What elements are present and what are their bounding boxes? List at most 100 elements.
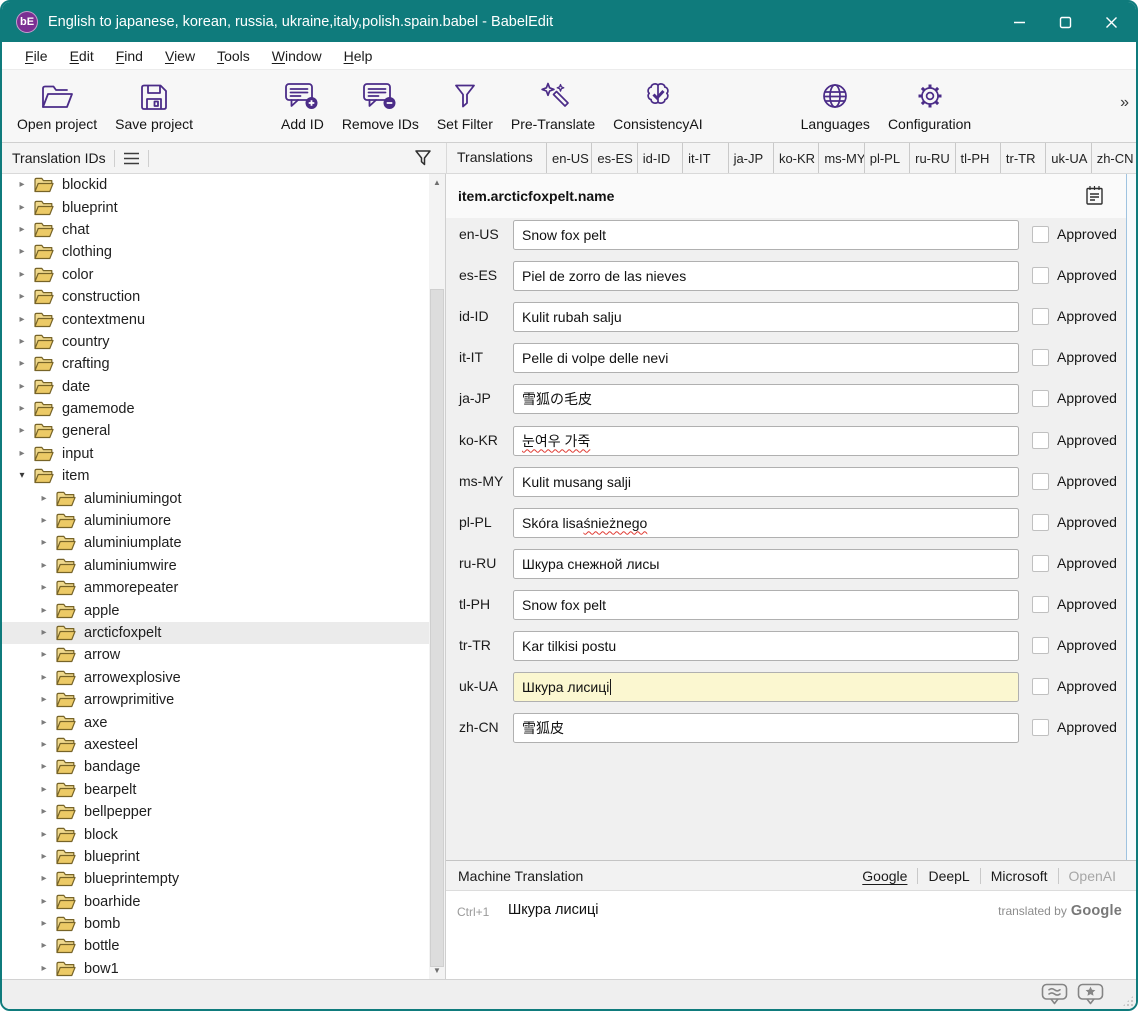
expand-arrow-icon[interactable]: ▸ [38, 628, 50, 638]
translation-input-zh-CN[interactable]: 雪狐皮 [513, 713, 1019, 743]
approved-checkbox-pl-PL[interactable] [1032, 514, 1049, 531]
expand-arrow-icon[interactable]: ▸ [38, 964, 50, 974]
tree-item-bow1[interactable]: ▸bow1 [2, 958, 429, 979]
tree-item-color[interactable]: ▸color [2, 264, 429, 286]
comment-icon[interactable] [1085, 185, 1104, 211]
menu-window[interactable]: Window [261, 48, 333, 64]
tree-item-general[interactable]: ▸general [2, 420, 429, 442]
expand-arrow-icon[interactable]: ▸ [38, 941, 50, 951]
expand-arrow-icon[interactable]: ▸ [16, 315, 28, 325]
tree-item-bellpepper[interactable]: ▸bellpepper [2, 801, 429, 823]
expand-arrow-icon[interactable]: ▸ [38, 650, 50, 660]
tree-item-chat[interactable]: ▸chat [2, 219, 429, 241]
approved-checkbox-ru-RU[interactable] [1032, 555, 1049, 572]
expand-arrow-icon[interactable]: ▸ [16, 359, 28, 369]
expand-arrow-icon[interactable]: ▸ [16, 225, 28, 235]
configuration-button[interactable]: Configuration [879, 75, 980, 133]
open-project-button[interactable]: Open project [8, 75, 106, 133]
tab-es-ES[interactable]: es-ES [591, 143, 636, 173]
tab-tr-TR[interactable]: tr-TR [1000, 143, 1045, 173]
approved-checkbox-id-ID[interactable] [1032, 308, 1049, 325]
tree-item-blueprint[interactable]: ▸blueprint [2, 196, 429, 218]
tree-item-blueprint[interactable]: ▸blueprint [2, 846, 429, 868]
tree-scrollbar[interactable]: ▲ ▼ [429, 174, 445, 979]
expand-arrow-icon[interactable]: ▸ [16, 337, 28, 347]
titlebar[interactable]: bE English to japanese, korean, russia, … [2, 2, 1136, 42]
mt-provider-deepl[interactable]: DeepL [918, 868, 979, 884]
expand-arrow-icon[interactable]: ▸ [16, 404, 28, 414]
mt-provider-microsoft[interactable]: Microsoft [981, 868, 1058, 884]
translation-input-ms-MY[interactable]: Kulit musang salji [513, 467, 1019, 497]
toolbar-overflow-button[interactable]: » [1120, 94, 1128, 112]
resize-grip[interactable] [1122, 995, 1134, 1007]
translation-input-tr-TR[interactable]: Kar tilkisi postu [513, 631, 1019, 661]
expand-arrow-icon[interactable]: ▸ [38, 830, 50, 840]
approved-checkbox-ms-MY[interactable] [1032, 473, 1049, 490]
translation-input-uk-UA[interactable]: Шкура лисиці [513, 672, 1019, 702]
languages-button[interactable]: Languages [792, 75, 879, 133]
tree-item-apple[interactable]: ▸apple [2, 599, 429, 621]
expand-arrow-icon[interactable]: ▸ [16, 180, 28, 190]
rate-star-icon[interactable] [1077, 983, 1104, 1005]
tree-item-blueprintempty[interactable]: ▸blueprintempty [2, 868, 429, 890]
add-id-button[interactable]: Add ID [272, 75, 333, 133]
expand-arrow-icon[interactable]: ▸ [16, 382, 28, 392]
tree-item-arrow[interactable]: ▸arrow [2, 644, 429, 666]
expand-arrow-icon[interactable]: ▸ [38, 695, 50, 705]
tree-item-item[interactable]: ▾item [2, 465, 429, 487]
filter-icon[interactable] [413, 148, 433, 173]
tree-item-aluminiumingot[interactable]: ▸aluminiumingot [2, 487, 429, 509]
mt-provider-google[interactable]: Google [852, 868, 917, 884]
expand-arrow-icon[interactable]: ▸ [38, 494, 50, 504]
expand-arrow-icon[interactable]: ▸ [38, 874, 50, 884]
pre-translate-button[interactable]: Pre-Translate [502, 75, 604, 133]
tab-zh-CN[interactable]: zh-CN [1091, 143, 1136, 173]
expand-arrow-icon[interactable]: ▸ [38, 807, 50, 817]
approved-checkbox-ja-JP[interactable] [1032, 390, 1049, 407]
translation-input-ja-JP[interactable]: 雪狐の毛皮 [513, 384, 1019, 414]
approved-checkbox-ko-KR[interactable] [1032, 432, 1049, 449]
tree-item-axesteel[interactable]: ▸axesteel [2, 734, 429, 756]
remove-ids-button[interactable]: Remove IDs [333, 75, 428, 133]
translation-input-ru-RU[interactable]: Шкура снежной лисы [513, 549, 1019, 579]
tree-item-arrowprimitive[interactable]: ▸arrowprimitive [2, 689, 429, 711]
translation-input-id-ID[interactable]: Kulit rubah salju [513, 302, 1019, 332]
translation-input-tl-PH[interactable]: Snow fox pelt [513, 590, 1019, 620]
tree-menu-icon[interactable] [123, 152, 140, 165]
translation-input-en-US[interactable]: Snow fox pelt [513, 220, 1019, 250]
expand-arrow-icon[interactable]: ▸ [38, 897, 50, 907]
close-button[interactable] [1088, 2, 1134, 42]
approved-checkbox-it-IT[interactable] [1032, 349, 1049, 366]
scroll-up-icon[interactable]: ▲ [429, 175, 445, 190]
tree-item-country[interactable]: ▸country [2, 331, 429, 353]
tree-item-bandage[interactable]: ▸bandage [2, 756, 429, 778]
approved-checkbox-tr-TR[interactable] [1032, 637, 1049, 654]
expand-arrow-icon[interactable]: ▸ [38, 785, 50, 795]
tree-item-aluminiumplate[interactable]: ▸aluminiumplate [2, 532, 429, 554]
menu-view[interactable]: View [154, 48, 206, 64]
expand-arrow-icon[interactable]: ▸ [16, 426, 28, 436]
tree-item-bomb[interactable]: ▸bomb [2, 913, 429, 935]
minimize-button[interactable] [996, 2, 1042, 42]
expand-arrow-icon[interactable]: ▸ [38, 516, 50, 526]
tree-item-crafting[interactable]: ▸crafting [2, 353, 429, 375]
approved-checkbox-tl-PH[interactable] [1032, 596, 1049, 613]
translation-input-pl-PL[interactable]: Skóra lisa śnieżnego [513, 508, 1019, 538]
tab-uk-UA[interactable]: uk-UA [1045, 143, 1090, 173]
tab-tl-PH[interactable]: tl-PH [955, 143, 1000, 173]
tab-pl-PL[interactable]: pl-PL [864, 143, 909, 173]
scroll-down-icon[interactable]: ▼ [429, 963, 445, 978]
expand-arrow-icon[interactable]: ▸ [38, 762, 50, 772]
tab-ru-RU[interactable]: ru-RU [909, 143, 954, 173]
approved-checkbox-en-US[interactable] [1032, 226, 1049, 243]
expand-arrow-icon[interactable]: ▸ [16, 247, 28, 257]
tab-ms-MY[interactable]: ms-MY [818, 143, 863, 173]
tree-item-bearpelt[interactable]: ▸bearpelt [2, 779, 429, 801]
tab-id-ID[interactable]: id-ID [637, 143, 682, 173]
expand-arrow-icon[interactable]: ▸ [38, 919, 50, 929]
save-project-button[interactable]: Save project [106, 75, 202, 133]
tree-item-block[interactable]: ▸block [2, 823, 429, 845]
consistencyai-button[interactable]: ConsistencyAI [604, 75, 711, 133]
tree-item-arrowexplosive[interactable]: ▸arrowexplosive [2, 667, 429, 689]
tree-item-contextmenu[interactable]: ▸contextmenu [2, 308, 429, 330]
